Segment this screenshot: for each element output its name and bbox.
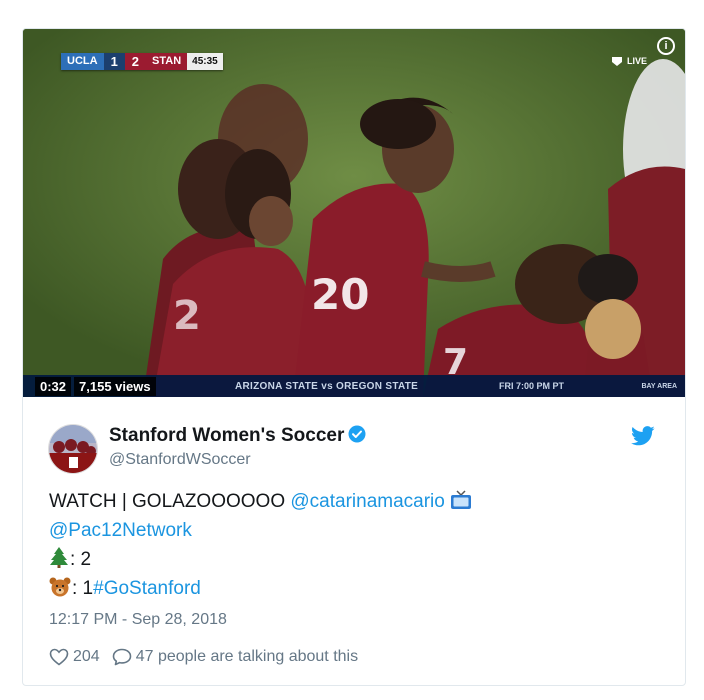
tweet-line-2: @Pac12Network <box>49 516 473 545</box>
info-icon[interactable]: i <box>657 37 675 55</box>
svg-text:20: 20 <box>311 270 369 319</box>
ticker-network: BAY AREA <box>641 382 677 390</box>
tree-emoji-icon <box>50 547 68 568</box>
scoreboard: UCLA 1 2 STAN 45:35 <box>61 53 223 70</box>
tweet-line-1: WATCH | GOLAZOOOOOO @catarinamacario <box>49 487 473 516</box>
ticker-time: FRI 7:00 PM PT <box>499 381 565 391</box>
mention-catarinamacario[interactable]: @catarinamacario <box>290 491 444 512</box>
live-indicator: LIVE <box>610 55 647 67</box>
like-action[interactable]: 204 <box>49 648 100 666</box>
verified-badge-icon <box>348 425 366 443</box>
team2-label: STAN <box>146 53 188 70</box>
author-name-text: Stanford Women's Soccer <box>109 425 345 446</box>
pac12-logo-icon <box>611 57 622 66</box>
author-handle[interactable]: @StanfordWSoccer <box>109 451 251 469</box>
conversation-action[interactable]: 47 people are talking about this <box>112 648 358 666</box>
video-frame: 2 20 7 <box>23 29 685 397</box>
team1-score: 1 <box>103 53 125 70</box>
tv-emoji-icon <box>451 490 472 509</box>
reply-bubble-icon <box>112 648 132 666</box>
tweet-card: 2 20 7 UCLA 1 2 STAN 45:35 LIVE i 0:32 7… <box>22 28 686 686</box>
bear-score: : 1 <box>72 578 94 599</box>
mention-pac12network[interactable]: @Pac12Network <box>49 520 192 541</box>
video-player[interactable]: 2 20 7 UCLA 1 2 STAN 45:35 LIVE i 0:32 7… <box>23 29 685 397</box>
like-count: 204 <box>73 648 100 665</box>
tweet-line-3: : 2 <box>49 545 473 574</box>
tweet-timestamp[interactable]: 12:17 PM - Sep 28, 2018 <box>49 611 227 629</box>
view-count: 7,155 views <box>74 376 156 396</box>
video-ticker: 0:32 7,155 views ARIZONA STATE vs OREGON… <box>23 375 685 397</box>
tweet-text: WATCH | GOLAZOOOOOO @catarinamacario @Pa… <box>49 487 473 603</box>
hashtag-gostanford[interactable]: #GoStanford <box>93 578 201 599</box>
video-duration: 0:32 <box>35 376 72 396</box>
tweet-text-prefix: WATCH | GOLAZOOOOOO <box>49 491 291 512</box>
ticker-matchup: ARIZONA STATE vs OREGON STATE <box>235 380 419 392</box>
bear-emoji-icon <box>49 577 71 597</box>
twitter-bird-icon[interactable] <box>631 426 655 446</box>
tree-score: : 2 <box>70 549 92 570</box>
author-name[interactable]: Stanford Women's Soccer <box>109 425 366 447</box>
heart-icon <box>49 648 69 666</box>
live-label: LIVE <box>626 56 647 66</box>
team1-label: UCLA <box>61 53 104 70</box>
tweet-actions: 204 47 people are talking about this <box>49 648 358 666</box>
avatar-image <box>49 425 97 473</box>
match-clock: 45:35 <box>187 53 223 70</box>
svg-text:2: 2 <box>173 293 201 339</box>
talking-count: 47 people are talking about this <box>135 648 359 665</box>
tweet-line-4: : 1#GoStanford <box>49 574 473 603</box>
avatar[interactable] <box>48 424 98 474</box>
team2-score: 2 <box>124 53 147 70</box>
